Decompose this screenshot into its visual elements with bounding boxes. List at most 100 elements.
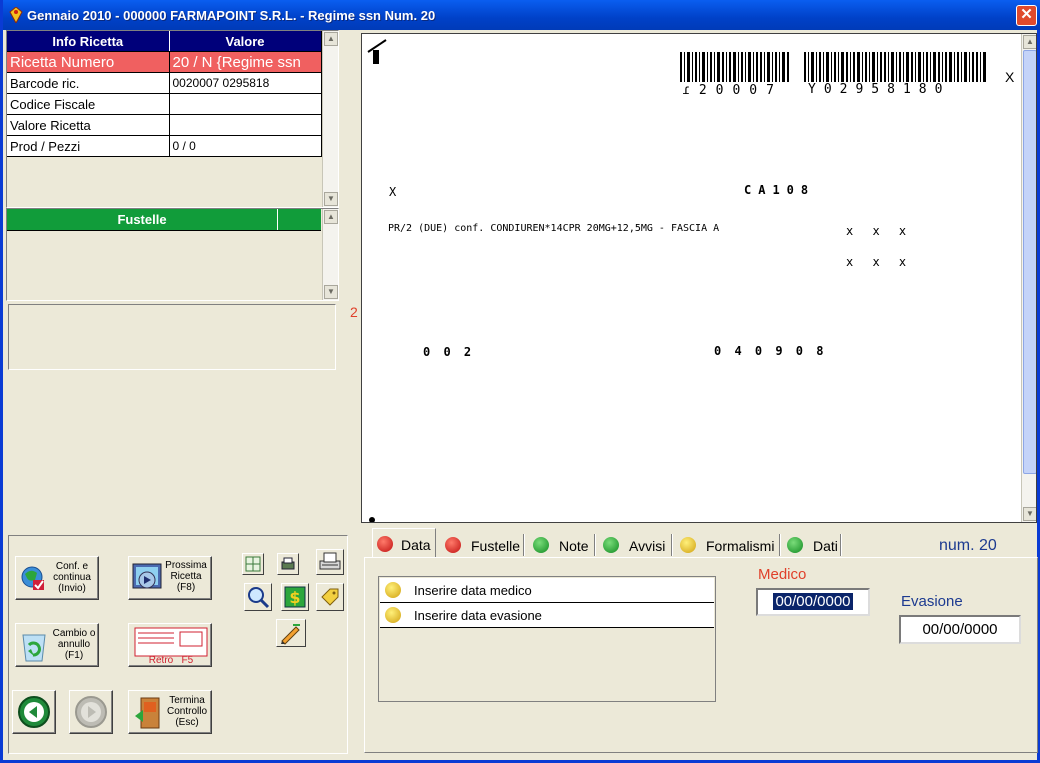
scroll-down-arrow[interactable]: ▼ [324, 192, 338, 206]
info-ricetta-panel: Info Ricetta Valore Ricetta Numero 20 / … [6, 30, 339, 208]
table-row[interactable]: Codice Fiscale [7, 93, 322, 115]
table-row[interactable]: Valore Ricetta [7, 114, 322, 136]
prescription-date: 0 4 0 9 0 8 [714, 344, 827, 358]
grid-icon [245, 556, 261, 572]
tab-separator [594, 534, 596, 556]
film-next-icon [132, 563, 162, 589]
table-row[interactable]: Ricetta Numero 20 / N {Regime ssn [7, 51, 322, 73]
exit-door-icon [135, 697, 160, 729]
pencil-icon [281, 624, 300, 645]
evasione-label: Evasione [901, 593, 963, 610]
medico-date-value: 00/00/0000 [773, 593, 853, 610]
prossima-ricetta-label: Prossima Ricetta (F8) [165, 560, 207, 593]
top-right-mark: X [1005, 69, 1015, 85]
row-label: Valore Ricetta [7, 114, 170, 136]
info-table-header: Info Ricetta Valore [7, 31, 322, 52]
viewer-scrollbar[interactable]: ▲ ▼ [1021, 34, 1036, 522]
message-text: Inserire data evasione [414, 608, 542, 623]
scroll-up-arrow[interactable]: ▲ [324, 32, 338, 46]
barcode-right [804, 52, 986, 82]
retro-label: Retro F5 [148, 655, 194, 666]
tab-avvisi[interactable]: Avvisi [599, 530, 669, 558]
tab-dati[interactable]: Dati [783, 530, 841, 558]
marks-row-1: x x x [846, 224, 913, 238]
tab-dati-label: Dati [813, 538, 838, 554]
grid-tool-button[interactable] [242, 553, 264, 575]
red-face-icon [377, 536, 393, 552]
tab-separator [779, 534, 781, 556]
tab-fustelle-label: Fustelle [471, 538, 521, 554]
scroll-down-arrow[interactable]: ▼ [324, 285, 338, 299]
yellow-face-icon [385, 582, 401, 598]
row-label: Prod / Pezzi [7, 135, 170, 157]
fustelle-scrollbar[interactable]: ▲ ▼ [322, 209, 338, 300]
retro-button[interactable]: Retro F5 [128, 623, 212, 667]
table-row[interactable]: Barcode ric. 0020007 0295818 [7, 72, 322, 94]
info-table-scrollbar[interactable]: ▲ ▼ [322, 31, 338, 207]
line-x: X [389, 185, 397, 199]
cambio-annullo-button[interactable]: Cambio o annullo (F1) [15, 623, 99, 667]
green-face-icon [533, 537, 549, 553]
row-label: Barcode ric. [7, 72, 170, 94]
svg-text:$: $ [289, 588, 300, 607]
conf-continua-button[interactable]: Conf. e continua (Invio) [15, 556, 99, 600]
recycle-bin-icon [22, 634, 46, 662]
row-label: Ricetta Numero [7, 51, 170, 73]
prossima-ricetta-button[interactable]: Prossima Ricetta (F8) [128, 556, 212, 600]
cambio-annullo-label: Cambio o annullo (F1) [52, 628, 96, 661]
info-ricetta-table: Info Ricetta Valore Ricetta Numero 20 / … [7, 31, 322, 157]
tab-formalismi[interactable]: Formalismi [676, 530, 781, 558]
fustelle-panel: Fustelle ▲ ▼ [6, 208, 339, 301]
messages-list[interactable]: Inserire data medico Inserire data evasi… [378, 576, 716, 702]
zoom-tool-button[interactable] [244, 583, 272, 611]
label-tool-button[interactable] [316, 583, 344, 611]
row-label: Codice Fiscale [7, 93, 170, 115]
table-row[interactable]: Prod / Pezzi 0 / 0 [7, 135, 322, 157]
dot-mark [369, 517, 375, 522]
scroll-up-arrow[interactable]: ▲ [1023, 35, 1036, 49]
header-info-ricetta: Info Ricetta [7, 31, 170, 52]
medico-date-field[interactable]: 00/00/0000 [756, 588, 870, 616]
scroll-down-arrow[interactable]: ▼ [1023, 507, 1036, 521]
prescription-back-icon [134, 627, 208, 657]
column-divider [277, 209, 278, 230]
marks-row-2: x x x [846, 255, 913, 269]
prescription-image-viewer[interactable]: ɾ20007 Y02958180 X X CA108 PR/2 (DUE) co… [361, 33, 1037, 523]
title-bar[interactable]: Gennaio 2010 - 000000 FARMAPOINT S.R.L. … [3, 0, 1040, 30]
row-value: 0020007 0295818 [169, 72, 322, 94]
row-value [169, 93, 322, 115]
evasione-date-field[interactable]: 00/00/0000 [899, 615, 1021, 644]
row-value [169, 114, 322, 136]
scroll-thumb[interactable] [1023, 50, 1036, 474]
row-value: 0 / 0 [169, 135, 322, 157]
termina-controllo-button[interactable]: Termina Controllo (Esc) [128, 690, 212, 734]
doctor-code: CA108 [744, 183, 816, 197]
back-nav-button[interactable] [12, 690, 56, 734]
tab-note[interactable]: Note [529, 530, 593, 558]
edit-tool-button[interactable] [276, 619, 306, 647]
conf-continua-label: Conf. e continua (Invio) [53, 561, 91, 594]
dollar-icon: $ [284, 586, 306, 608]
globe-check-icon [21, 566, 44, 590]
termina-controllo-label: Termina Controllo (Esc) [166, 695, 208, 728]
close-button[interactable]: ✕ [1016, 5, 1037, 26]
tab-fustelle[interactable]: Fustelle [441, 530, 523, 558]
red-face-icon [445, 537, 461, 553]
tab-data[interactable]: Data [372, 528, 436, 558]
arrow-right-circle-icon [75, 696, 107, 728]
print-tool-button[interactable] [277, 553, 299, 575]
tab-data-label: Data [401, 537, 431, 553]
fustelle-header-label: Fustelle [117, 212, 167, 227]
price-tool-button[interactable]: $ [281, 583, 309, 611]
side-marker: 2 [350, 304, 358, 320]
row-value: 20 / N {Regime ssn [169, 51, 322, 73]
close-icon: ✕ [1020, 6, 1033, 23]
notes-box [8, 304, 336, 370]
list-item[interactable]: Inserire data medico [380, 578, 714, 603]
scroll-up-arrow[interactable]: ▲ [324, 210, 338, 224]
window-title: Gennaio 2010 - 000000 FARMAPOINT S.R.L. … [27, 8, 436, 23]
tab-separator [523, 534, 525, 556]
arrow-left-circle-icon [18, 696, 50, 728]
scanner-tool-button[interactable] [316, 549, 344, 575]
list-item[interactable]: Inserire data evasione [380, 603, 714, 628]
